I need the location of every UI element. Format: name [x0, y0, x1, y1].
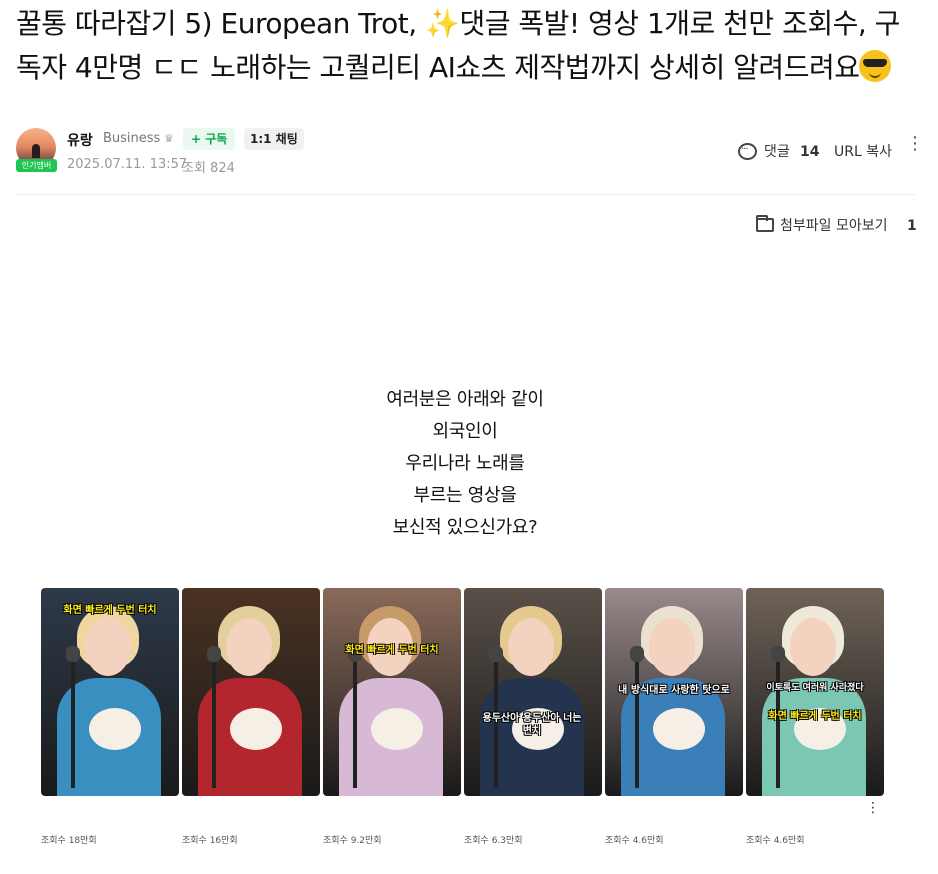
folder-icon [756, 215, 774, 232]
author-row: 인기멤버 유랑 Business ♛ + 구독 1:1 채팅 2025.07.1… [16, 128, 924, 176]
comment-label: 댓글 [764, 144, 790, 160]
video-thumbnail[interactable]: 화면 빠르게 두번 터치 이토록도 여러워 사라졌다 [746, 588, 884, 796]
attachments-count: 1 [907, 218, 917, 234]
divider [16, 194, 915, 195]
more-options-icon[interactable]: ⋮ [906, 135, 924, 153]
microphone-icon [771, 646, 785, 788]
author-tag: Business [103, 131, 161, 146]
post-title: 꿀통 따라잡기 5) European Trot, ✨댓글 폭발! 영상 1개로… [16, 2, 921, 90]
puppy-figure [371, 708, 423, 750]
post-date: 2025.07.11. 13:57 [67, 157, 188, 172]
intro-text: 여러분은 아래와 같이 외국인이 우리나라 노래를 부르는 영상을 보신적 있으… [0, 384, 930, 544]
subscribe-button[interactable]: + 구독 [183, 128, 236, 150]
crown-icon: ♛ [164, 132, 174, 145]
intro-line: 우리나라 노래를 [405, 453, 525, 474]
video-subtitle: 내 방식대로 사랑한 탓으로 [618, 685, 730, 696]
chat-button[interactable]: 1:1 채팅 [244, 128, 304, 150]
intro-line: 부르는 영상을 [413, 485, 517, 506]
video-thumbnail-strip: 화면 빠르게 두번 터치 화면 빠르게 두번 터치 용두산아 용두산아 너는 변… [41, 588, 885, 798]
puppy-figure [653, 708, 705, 750]
singer-face [85, 618, 131, 676]
video-view-count: 조회수 6.3만회 [464, 836, 523, 846]
puppy-figure [89, 708, 141, 750]
thumbnails-more-icon[interactable]: ⋮ [866, 801, 880, 815]
video-subtitle: 용두산아 용두산아 너는 변치 [482, 713, 582, 737]
puppy-figure [230, 708, 282, 750]
intro-line: 외국인이 [432, 421, 498, 442]
video-view-count: 조회수 4.6만회 [746, 836, 805, 846]
microphone-icon [66, 646, 80, 788]
video-view-count: 조회수 4.6만회 [605, 836, 664, 846]
video-thumbnail[interactable] [182, 588, 320, 796]
microphone-icon [348, 646, 362, 788]
video-subtitle: 이토록도 여러워 사라졌다 [766, 683, 864, 693]
video-caption: 화면 빠르게 두번 터치 [63, 605, 157, 616]
microphone-icon [630, 646, 644, 788]
post-views: 조회 824 [182, 161, 235, 176]
sparkle-icon: ✨ [425, 7, 460, 40]
video-view-count: 조회수 16만회 [182, 836, 238, 846]
singer-face [508, 618, 554, 676]
intro-line: 여러분은 아래와 같이 [386, 389, 544, 410]
post-title-text-a: 꿀통 따라잡기 5) European Trot, [16, 7, 426, 40]
video-thumbnail[interactable]: 내 방식대로 사랑한 탓으로 [605, 588, 743, 796]
attachments-label: 첨부파일 모아보기 [780, 218, 888, 234]
singer-face [790, 618, 836, 676]
video-view-count: 조회수 9.2만회 [323, 836, 382, 846]
video-caption: 화면 빠르게 두번 터치 [345, 645, 439, 656]
popular-member-badge: 인기멤버 [16, 159, 57, 172]
microphone-icon [207, 646, 221, 788]
video-thumbnail[interactable]: 화면 빠르게 두번 터치 [323, 588, 461, 796]
singer-face [649, 618, 695, 676]
author-name[interactable]: 유랑 [67, 130, 93, 150]
video-view-count: 조회수 18만회 [41, 836, 97, 846]
intro-line: 보신적 있으신가요? [392, 517, 538, 538]
comment-count: 14 [800, 144, 820, 160]
singer-face [226, 618, 272, 676]
video-caption: 화면 빠르게 두번 터치 [768, 711, 862, 722]
video-thumbnail[interactable]: 용두산아 용두산아 너는 변치 [464, 588, 602, 796]
sunglasses-face-icon [859, 50, 892, 82]
video-thumbnail[interactable]: 화면 빠르게 두번 터치 [41, 588, 179, 796]
copy-url-button[interactable]: URL 복사 [834, 142, 892, 162]
comment-icon [738, 140, 757, 160]
